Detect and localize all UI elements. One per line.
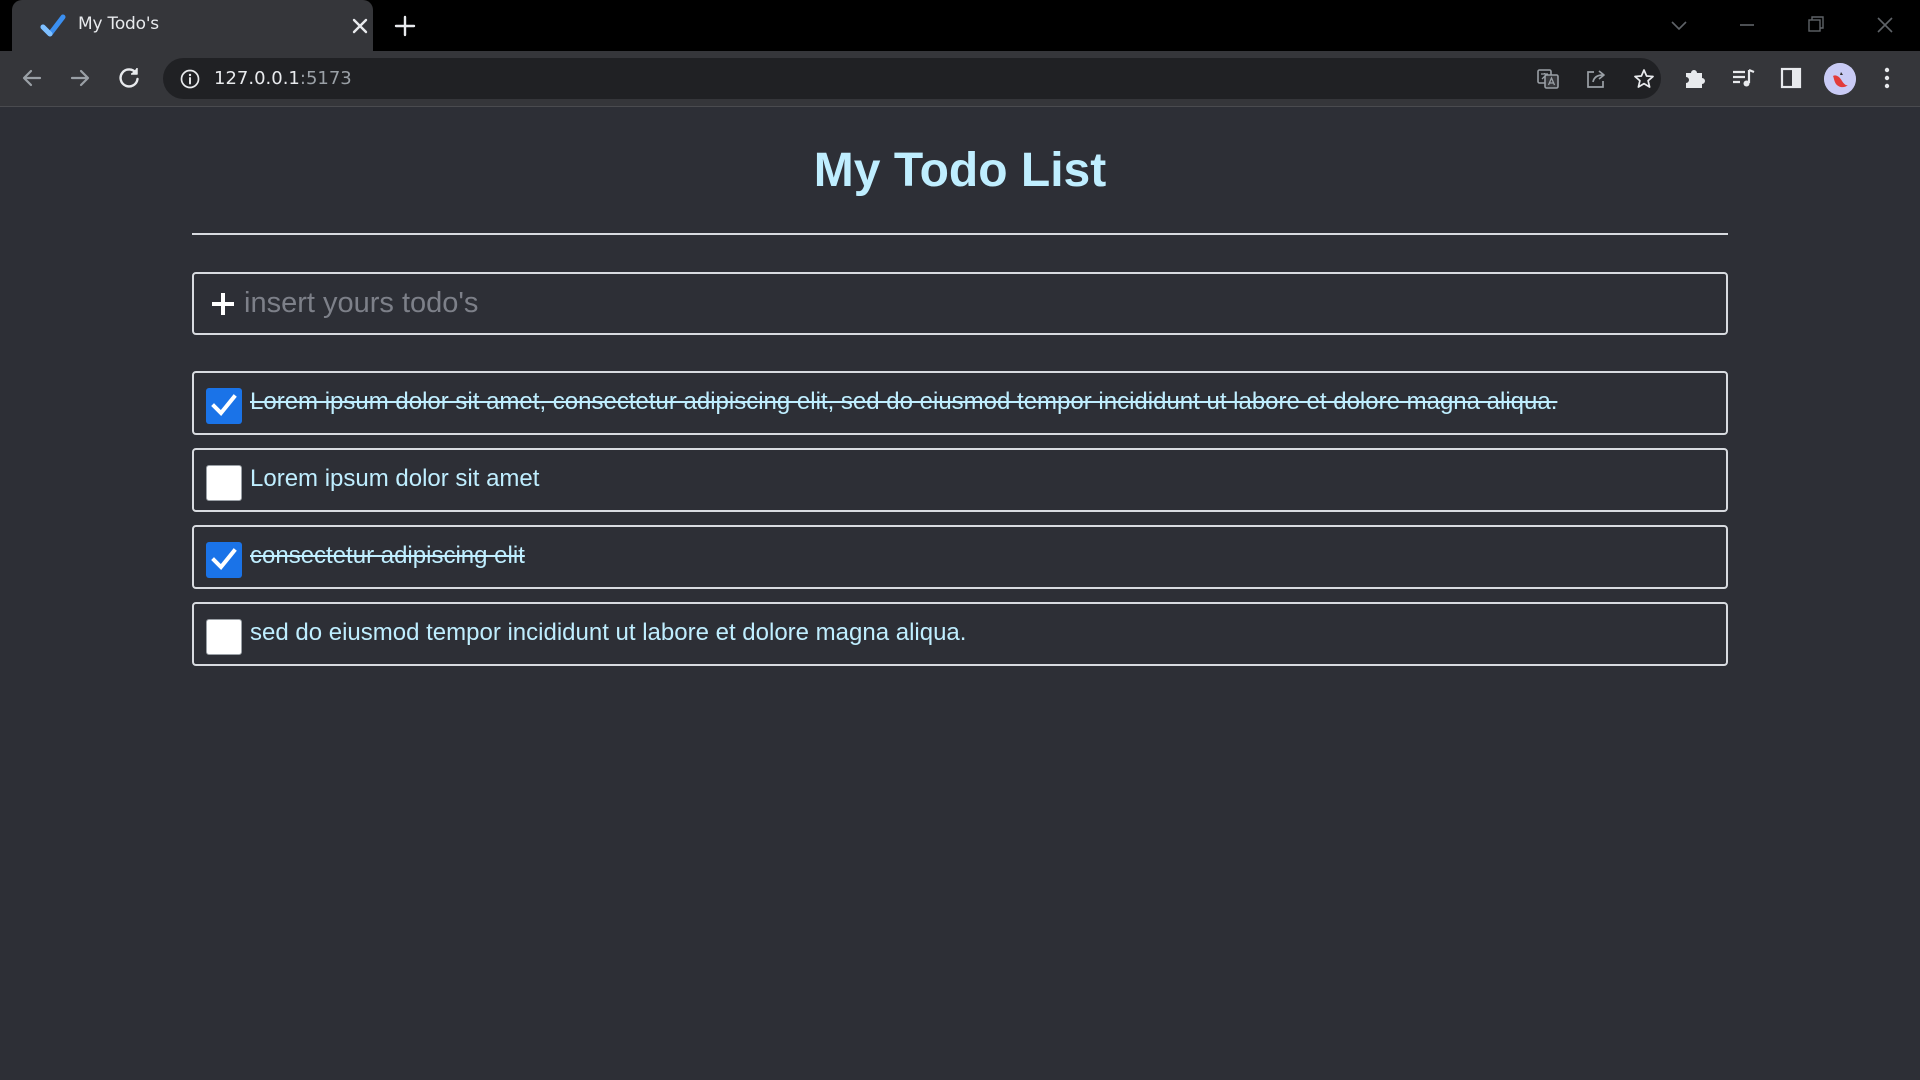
browser-toolbar: 127.0.0.1:5173 xyxy=(0,51,1920,107)
todo-checkbox[interactable] xyxy=(206,619,242,655)
avatar[interactable] xyxy=(1824,63,1856,95)
checkmark-icon xyxy=(211,548,237,570)
reload-icon[interactable] xyxy=(115,64,143,92)
forward-arrow-icon[interactable] xyxy=(66,64,94,92)
todo-item[interactable]: consectetur adipiscing elit xyxy=(192,525,1728,589)
page-title: My Todo List xyxy=(813,144,1107,197)
divider xyxy=(192,233,1728,235)
url-host: 127.0.0.1 xyxy=(214,68,300,89)
tab-title: My Todo's xyxy=(78,14,159,34)
todo-text: Lorem ipsum dolor sit amet xyxy=(250,465,540,492)
translate-icon[interactable] xyxy=(1536,67,1560,91)
todo-input[interactable] xyxy=(244,274,1704,333)
todo-checkbox[interactable] xyxy=(206,465,242,501)
share-icon[interactable] xyxy=(1584,67,1608,91)
browser-tab[interactable]: My Todo's xyxy=(12,0,373,51)
add-todo-box[interactable] xyxy=(192,272,1728,335)
checkmark-icon xyxy=(211,394,237,416)
todo-item[interactable]: Lorem ipsum dolor sit amet, consectetur … xyxy=(192,371,1728,435)
todo-checkbox[interactable] xyxy=(206,388,242,424)
info-icon[interactable] xyxy=(179,68,201,90)
todo-text: consectetur adipiscing elit xyxy=(250,542,525,569)
media-queue-icon[interactable] xyxy=(1729,64,1757,92)
puzzle-icon[interactable] xyxy=(1681,64,1709,92)
todo-text: Lorem ipsum dolor sit amet, consectetur … xyxy=(250,388,1558,415)
kebab-menu-icon[interactable] xyxy=(1873,64,1901,92)
url-port: :5173 xyxy=(299,68,352,89)
close-icon[interactable] xyxy=(348,14,372,38)
todo-item[interactable]: sed do eiusmod tempor incididunt ut labo… xyxy=(192,602,1728,666)
plus-icon[interactable] xyxy=(392,13,418,39)
checkmark-icon xyxy=(40,13,66,39)
plus-icon[interactable] xyxy=(209,290,237,318)
star-icon[interactable] xyxy=(1632,67,1656,91)
todo-text: sed do eiusmod tempor incididunt ut labo… xyxy=(250,619,967,646)
back-arrow-icon[interactable] xyxy=(18,64,46,92)
page-content: My Todo List Lorem ipsum dolor sit amet,… xyxy=(0,107,1920,1080)
todo-item[interactable]: Lorem ipsum dolor sit amet xyxy=(192,448,1728,512)
browser-tabstrip: My Todo's xyxy=(0,0,1920,51)
todo-checkbox[interactable] xyxy=(206,542,242,578)
side-panel-icon[interactable] xyxy=(1777,64,1805,92)
minimize-icon[interactable] xyxy=(1734,12,1760,38)
address-bar[interactable]: 127.0.0.1:5173 xyxy=(163,58,1661,99)
url-text: 127.0.0.1:5173 xyxy=(214,68,352,89)
close-window-icon[interactable] xyxy=(1872,12,1898,38)
restore-icon[interactable] xyxy=(1803,12,1829,38)
chevron-down-icon[interactable] xyxy=(1666,12,1692,38)
